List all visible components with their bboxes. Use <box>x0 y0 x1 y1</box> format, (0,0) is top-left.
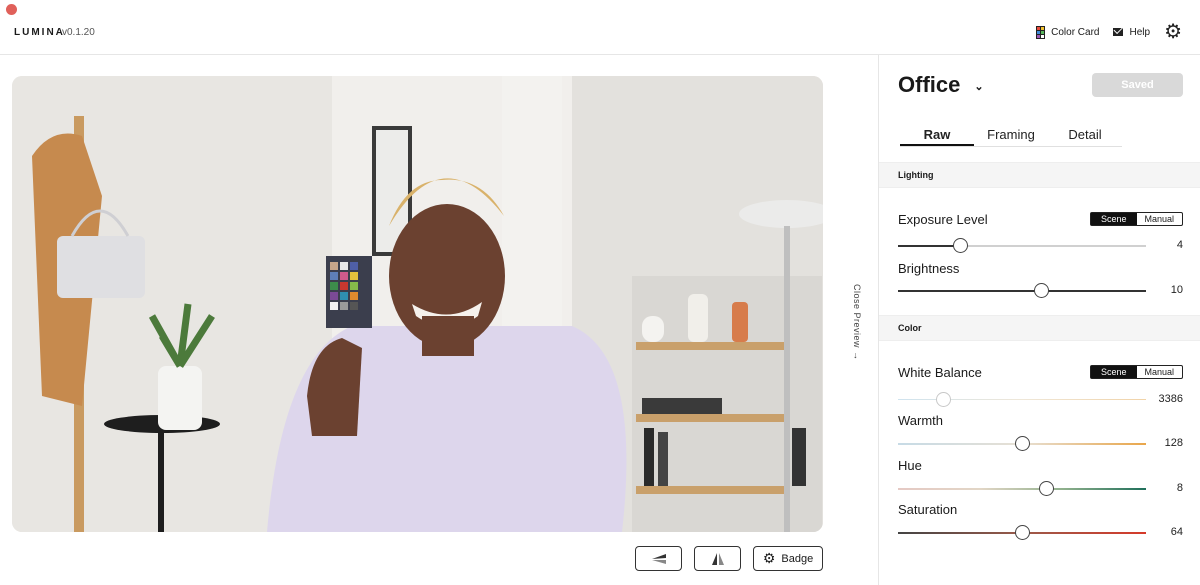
help-button[interactable]: Help <box>1113 27 1150 38</box>
saturation-value: 64 <box>1170 526 1183 538</box>
tab-detail[interactable]: Detail <box>1048 127 1122 146</box>
exposure-label: Exposure Level <box>898 212 988 227</box>
preview-toolbar: ⚙ Badge <box>635 546 823 571</box>
panel-tabs: Raw Framing Detail <box>900 127 1122 147</box>
top-actions: Color Card Help ⚙ <box>1036 22 1182 42</box>
gear-icon: ⚙ <box>762 550 776 566</box>
color-card-icon <box>1036 25 1046 39</box>
white-balance-mode-toggle: Scene Manual <box>1090 365 1183 379</box>
camera-preview <box>12 76 823 532</box>
exposure-slider-thumb[interactable] <box>953 238 968 253</box>
flip-horizontal-button[interactable] <box>694 546 741 571</box>
brightness-label: Brightness <box>898 261 960 276</box>
brightness-slider[interactable] <box>898 283 1146 298</box>
flip-vertical-icon <box>651 553 666 564</box>
camera-preview-image <box>12 76 823 532</box>
section-color: Color <box>879 315 1200 341</box>
hue-value: 8 <box>1176 482 1183 494</box>
section-lighting: Lighting <box>879 162 1200 188</box>
badge-button[interactable]: ⚙ Badge <box>753 546 823 571</box>
preset-name: Office <box>898 72 961 97</box>
warmth-value: 128 <box>1164 437 1183 449</box>
close-preview-toggle[interactable]: Close Preview → <box>852 284 862 361</box>
settings-panel: Office ⌄ Saved Raw Framing Detail Lighti… <box>878 55 1200 585</box>
white-balance-slider[interactable] <box>898 392 1146 407</box>
white-balance-slider-thumb[interactable] <box>935 392 951 407</box>
exposure-mode-toggle: Scene Manual <box>1090 212 1183 226</box>
hue-slider[interactable] <box>898 481 1146 496</box>
close-preview-label: Close Preview <box>852 284 862 349</box>
top-bar: LUMINA v0.1.20 Color Card Help ⚙ <box>0 14 1200 55</box>
color-card-label: Color Card <box>1051 26 1100 38</box>
hue-label: Hue <box>898 458 922 473</box>
exposure-slider[interactable] <box>898 238 1146 253</box>
white-balance-mode-scene[interactable]: Scene <box>1091 366 1137 378</box>
badge-label: Badge <box>781 552 814 565</box>
exposure-value: 4 <box>1176 239 1183 251</box>
warmth-slider[interactable] <box>898 436 1146 451</box>
arrow-right-icon: → <box>852 351 862 361</box>
color-card-button[interactable]: Color Card <box>1036 25 1100 39</box>
exposure-mode-manual[interactable]: Manual <box>1137 213 1183 225</box>
tab-framing[interactable]: Framing <box>974 127 1048 146</box>
warmth-slider-thumb[interactable] <box>1015 436 1030 451</box>
settings-gear-icon[interactable]: ⚙ <box>1164 22 1182 42</box>
app-logo: LUMINA <box>14 27 65 38</box>
white-balance-label: White Balance <box>898 365 982 380</box>
white-balance-value: 3386 <box>1158 393 1183 405</box>
saturation-slider-thumb[interactable] <box>1015 525 1030 540</box>
brightness-value: 10 <box>1170 284 1183 296</box>
saturation-slider[interactable] <box>898 525 1146 540</box>
white-balance-mode-manual[interactable]: Manual <box>1137 366 1183 378</box>
brightness-slider-thumb[interactable] <box>1033 283 1049 298</box>
saved-button[interactable]: Saved <box>1092 73 1183 97</box>
warmth-label: Warmth <box>898 413 944 428</box>
preset-selector[interactable]: Office ⌄ <box>898 72 984 98</box>
saturation-label: Saturation <box>898 502 958 517</box>
flip-vertical-button[interactable] <box>635 546 682 571</box>
tab-raw[interactable]: Raw <box>900 127 974 146</box>
app-version: v0.1.20 <box>62 27 95 38</box>
hue-slider-thumb[interactable] <box>1038 481 1054 496</box>
exposure-mode-scene[interactable]: Scene <box>1091 213 1137 225</box>
mail-icon <box>1113 28 1124 36</box>
chevron-down-icon: ⌄ <box>974 80 984 93</box>
help-label: Help <box>1129 26 1151 38</box>
flip-horizontal-icon <box>711 552 724 565</box>
